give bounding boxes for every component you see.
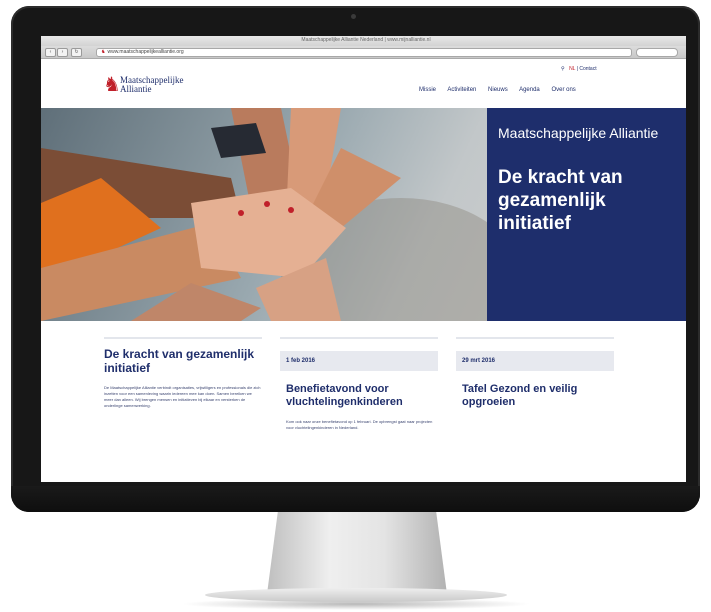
card-date: 1 feb 2016 (280, 351, 438, 371)
search-icon[interactable]: ⚲ (561, 66, 565, 72)
camera-dot (351, 14, 356, 19)
logo-mark: ♞ (103, 74, 121, 96)
logo-line-2: Alliantie (120, 84, 152, 94)
card-title[interactable]: Benefietavond voor vluchtelingenkinderen (280, 383, 438, 409)
agenda-card[interactable]: 29 mrt 2016 Tafel Gezond en veilig opgro… (456, 337, 614, 409)
browser-search-field[interactable] (636, 48, 678, 57)
browser-toolbar: ‹ › ↻ ♞ www.maatschappelijkealliantie.org (41, 46, 686, 59)
main-navigation: Missie Activiteiten Nieuws Agenda Over o… (419, 87, 586, 93)
hero-headline: De kracht van gezamenlijk initiatief (498, 167, 623, 234)
screen: Maatschappelijke Alliantie Nederland | w… (41, 36, 686, 482)
logo-text: Maatschappelijke Alliantie (120, 76, 220, 94)
utility-bar: ⚲ NL | Contact (561, 66, 597, 72)
hero-subtitle: Maatschappelijke Alliantie (498, 125, 659, 141)
website: ♞ Maatschappelijke Alliantie ⚲ NL | Cont… (41, 59, 686, 482)
news-card[interactable]: 1 feb 2016 Benefietavond voor vluchtelin… (280, 337, 438, 431)
address-bar[interactable]: ♞ www.maatschappelijkealliantie.org (96, 48, 632, 57)
card-body: Kom ook naar onze benefietavond op 1 feb… (286, 419, 433, 430)
hero-slider[interactable]: Maatschappelijke Alliantie De kracht van… (41, 108, 686, 321)
language-link[interactable]: NL (569, 66, 575, 72)
column-divider (280, 337, 438, 339)
nav-item-agenda[interactable]: Agenda (519, 87, 540, 93)
hero-text-panel: Maatschappelijke Alliantie De kracht van… (487, 108, 686, 321)
reload-button[interactable]: ↻ (71, 48, 82, 57)
browser-titlebar: Maatschappelijke Alliantie Nederland | w… (41, 36, 686, 51)
card-date: 29 mrt 2016 (456, 351, 614, 371)
monitor-chin (11, 486, 700, 512)
window-title: Maatschappelijke Alliantie Nederland | w… (301, 37, 431, 43)
intro-title: De kracht van gezamenlijk initiatief (104, 347, 255, 375)
back-button[interactable]: ‹ (45, 48, 56, 57)
column-divider (456, 337, 614, 339)
monitor-stand (267, 512, 447, 594)
nav-item-missie[interactable]: Missie (419, 87, 436, 93)
intro-column: De kracht van gezamenlijk initiatief De … (104, 337, 262, 409)
contact-link[interactable]: Contact (579, 66, 596, 72)
card-title[interactable]: Tafel Gezond en veilig opgroeien (456, 383, 614, 409)
monitor-base (205, 588, 507, 602)
nav-item-over-ons[interactable]: Over ons (551, 87, 575, 93)
intro-body: De Maatschappelijke Alliantie verbindt o… (104, 385, 261, 408)
column-divider (104, 337, 262, 339)
hero-photo (41, 108, 487, 321)
forward-button[interactable]: › (57, 48, 68, 57)
nav-item-activiteiten[interactable]: Activiteiten (447, 87, 476, 93)
nav-item-nieuws[interactable]: Nieuws (488, 87, 508, 93)
slider-pagination (565, 314, 595, 321)
favicon-icon: ♞ (101, 49, 106, 55)
url-text: www.maatschappelijkealliantie.org (107, 49, 184, 55)
